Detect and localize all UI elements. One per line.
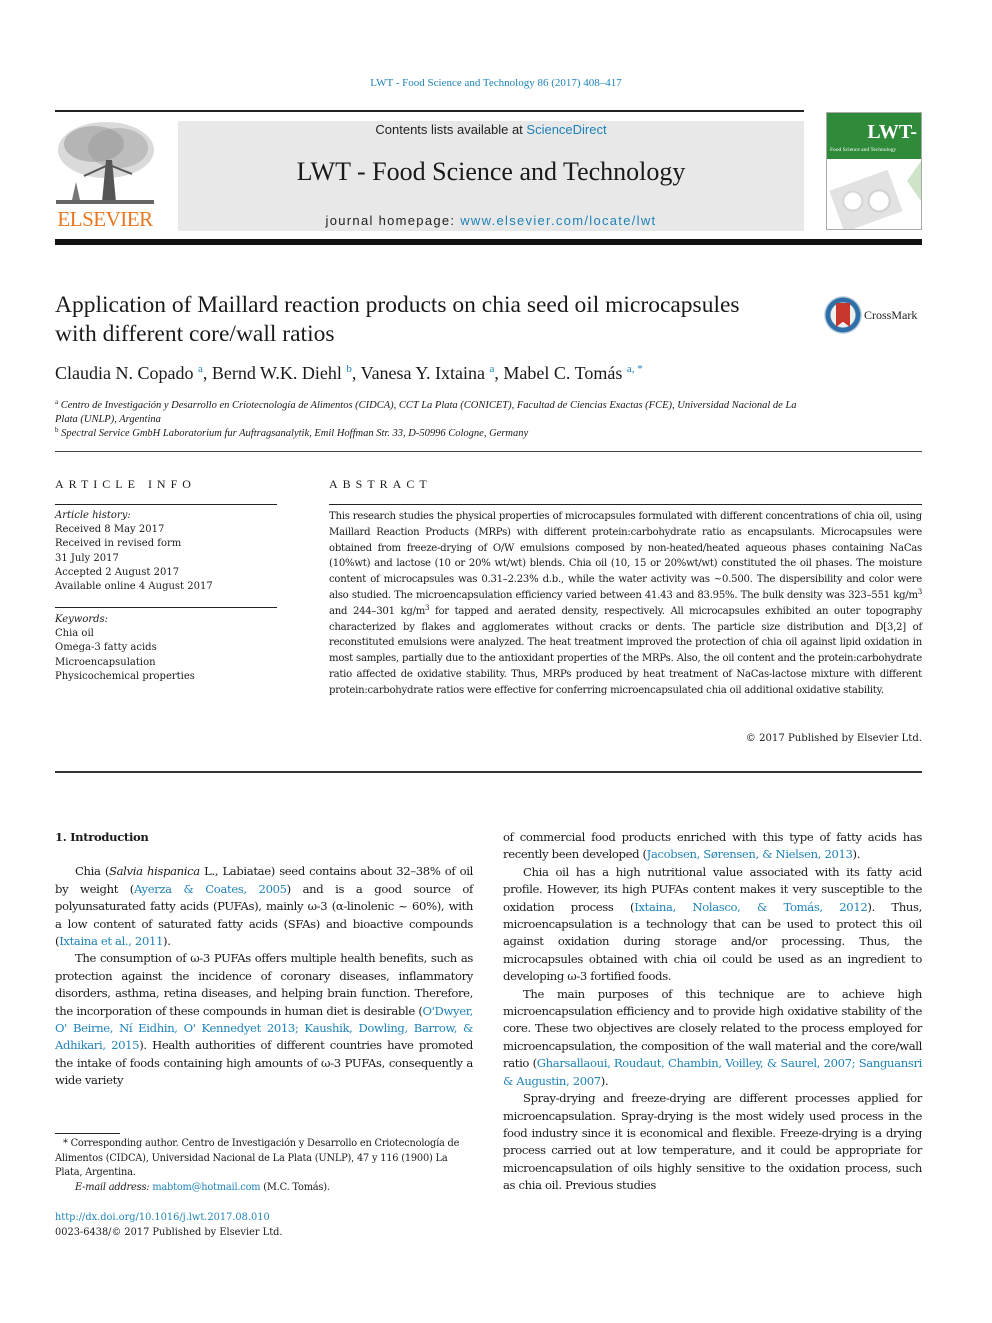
email-label: E-mail address: xyxy=(75,1181,150,1193)
article-title: Application of Maillard reaction product… xyxy=(55,292,740,347)
species-name: Salvia hispanica xyxy=(109,864,200,879)
affiliation-key: a xyxy=(55,398,59,406)
tree-icon xyxy=(56,122,154,204)
journal-title: LWT - Food Science and Technology xyxy=(296,157,686,186)
cover-title: LWT- xyxy=(867,121,917,143)
history-item: Accepted 2 August 2017 xyxy=(55,566,180,578)
footnote-rule xyxy=(55,1133,120,1134)
abstract-part: This research studies the physical prope… xyxy=(329,511,922,601)
citation-link[interactable]: Ixtaina et al., 2011 xyxy=(59,934,163,948)
history-item: Received in revised form xyxy=(55,538,182,550)
email-link[interactable]: mabtom@hotmail.com xyxy=(152,1182,260,1193)
affiliation-text: Centro de Investigación y Desarrollo en … xyxy=(55,400,797,425)
body-column-left: 1. Introduction Chia (Salvia hispanica L… xyxy=(55,829,473,1090)
author-affiliation-link[interactable]: a, * xyxy=(627,363,643,375)
abstract-text: This research studies the physical prope… xyxy=(329,509,922,699)
homepage-prefix: journal homepage: xyxy=(325,213,461,228)
doi-link[interactable]: http://dx.doi.org/10.1016/j.lwt.2017.08.… xyxy=(55,1210,283,1225)
header-rule xyxy=(55,110,804,112)
author-affiliation-link[interactable]: b xyxy=(346,363,352,375)
article-info-heading: ARTICLE INFO xyxy=(55,477,196,491)
author-affiliation-link[interactable]: a xyxy=(198,363,203,375)
keyword-item: Omega-3 fatty acids xyxy=(55,642,157,654)
superscript: 3 xyxy=(917,587,922,596)
paragraph: of commercial food products enriched wit… xyxy=(503,829,922,864)
text: Chia ( xyxy=(75,864,110,879)
sciencedirect-link[interactable]: ScienceDirect xyxy=(526,122,606,137)
keyword-item: Chia oil xyxy=(55,628,94,640)
abstract-part: and 244–301 kg/m xyxy=(329,605,426,617)
elsevier-wordmark: ELSEVIER xyxy=(57,207,153,231)
homepage-line: journal homepage: www.elsevier.com/locat… xyxy=(178,213,804,228)
journal-citation-link[interactable]: LWT - Food Science and Technology 86 (20… xyxy=(0,77,992,89)
footnote: * Corresponding author. Centro de Invest… xyxy=(55,1137,473,1195)
citation-link[interactable]: Ayerza & Coates, 2005 xyxy=(134,882,287,896)
contents-prefix: Contents lists available at xyxy=(375,122,527,137)
email-suffix: (M.C. Tomás). xyxy=(260,1181,330,1193)
affiliation-key: b xyxy=(55,426,59,434)
history-item: Received 8 May 2017 xyxy=(55,524,165,536)
author-list: Claudia N. Copado a, Bernd W.K. Diehl b,… xyxy=(55,363,643,383)
abstract-rule xyxy=(329,504,922,505)
article-history: Article history: Received 8 May 2017 Rec… xyxy=(55,509,277,594)
author-name[interactable]: Bernd W.K. Diehl xyxy=(212,363,342,383)
crossmark-label: CrossMark xyxy=(864,308,918,322)
corresponding-author-note: * Corresponding author. Centro de Invest… xyxy=(55,1138,460,1178)
keyword-item: Physicochemical properties xyxy=(55,670,195,682)
citation-link[interactable]: Ixtaina, Nolasco, & Tomás, 2012 xyxy=(634,900,868,914)
cover-subtitle: Food Science and Technology xyxy=(830,147,897,153)
history-label: Article history: xyxy=(55,510,131,521)
keywords-rule xyxy=(55,607,277,608)
journal-cover-thumbnail[interactable]: LWT- Food Science and Technology xyxy=(826,112,922,230)
journal-banner: Contents lists available at ScienceDirec… xyxy=(178,121,804,231)
abstract-copyright: © 2017 Published by Elsevier Ltd. xyxy=(745,733,922,744)
paragraph: The main purposes of this technique are … xyxy=(503,986,922,1090)
email-line: E-mail address: mabtom@hotmail.com (M.C.… xyxy=(55,1181,473,1196)
paragraph: Spray-drying and freeze-drying are diffe… xyxy=(503,1091,922,1193)
history-item: 31 July 2017 xyxy=(55,552,119,564)
abstract-end-rule xyxy=(55,771,922,773)
paragraph: Chia (Salvia hispanica L., Labiatae) see… xyxy=(55,863,473,950)
paragraph: Chia oil has a high nutritional value as… xyxy=(503,864,922,986)
citation-link[interactable]: Jacobsen, Sørensen, & Nielsen, 2013 xyxy=(647,847,853,861)
keywords: Keywords: Chia oil Omega-3 fatty acids M… xyxy=(55,613,277,684)
text: ). xyxy=(852,847,861,862)
cover-image xyxy=(829,169,903,229)
affiliation-text: Spectral Service GmbH Laboratorium fur A… xyxy=(61,428,529,439)
section-rule xyxy=(55,451,922,452)
keywords-label: Keywords: xyxy=(55,614,109,625)
abstract-part: for tapped and aerated density, respecti… xyxy=(329,605,922,696)
text: ). xyxy=(600,1073,609,1088)
author-name[interactable]: Vanesa Y. Ixtaina xyxy=(361,363,485,383)
author-name[interactable]: Claudia N. Copado xyxy=(55,363,193,383)
citation-link[interactable]: Gharsallaoui, Roudaut, Chambin, Voilley,… xyxy=(503,1056,922,1087)
text: ). xyxy=(163,934,171,949)
author-affiliation-link[interactable]: a xyxy=(490,363,495,375)
article-info-rule xyxy=(55,504,277,505)
section-heading-introduction: 1. Introduction xyxy=(55,830,149,844)
issn-line: 0023-6438/© 2017 Published by Elsevier L… xyxy=(55,1227,283,1238)
doi-block: http://dx.doi.org/10.1016/j.lwt.2017.08.… xyxy=(55,1210,283,1240)
journal-homepage-link[interactable]: www.elsevier.com/locate/lwt xyxy=(460,213,656,228)
history-item: Available online 4 August 2017 xyxy=(55,581,213,593)
text: The consumption of ω-3 PUFAs offers mult… xyxy=(55,951,473,1018)
body-column-right: of commercial food products enriched wit… xyxy=(503,829,922,1195)
crossmark-button[interactable]: CrossMark xyxy=(824,296,924,334)
cover-decoration xyxy=(907,161,921,201)
elsevier-logo[interactable]: ELSEVIER xyxy=(54,120,156,232)
affiliation-b: b Spectral Service GmbH Laboratorium fur… xyxy=(55,423,815,441)
author-name[interactable]: Mabel C. Tomás xyxy=(503,363,622,383)
keyword-item: Microencapsulation xyxy=(55,656,156,668)
paragraph: The consumption of ω-3 PUFAs offers mult… xyxy=(55,950,473,1089)
contents-line: Contents lists available at ScienceDirec… xyxy=(178,122,804,137)
abstract-heading: ABSTRACT xyxy=(329,477,432,491)
header-thick-rule xyxy=(55,239,922,245)
